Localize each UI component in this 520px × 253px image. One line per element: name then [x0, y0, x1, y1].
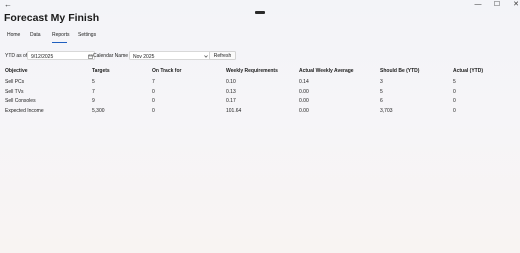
column-header-actual-ytd: Actual (YTD) [453, 68, 483, 74]
table-cell: 5 [380, 88, 383, 95]
table-cell: Expected Income [5, 107, 44, 114]
table-cell: 5,300 [92, 107, 105, 114]
calendar-name-select[interactable]: Nov 2025 [129, 51, 211, 60]
table-cell: Sell Consoles [5, 98, 36, 104]
tab-settings[interactable]: Settings [78, 32, 96, 38]
table-cell: 6 [380, 98, 383, 104]
table-cell: 3,703 [380, 107, 393, 114]
table-cell: 0 [453, 88, 456, 95]
refresh-button[interactable]: Refresh [209, 51, 236, 60]
table-row[interactable]: Sell TVs 7 0 0.13 0.00 5 0 [5, 88, 505, 98]
close-button[interactable]: ✕ [506, 0, 520, 11]
tab-reports[interactable]: Reports [52, 32, 70, 38]
table-cell: 7 [92, 88, 95, 95]
table-row[interactable]: Sell Consoles 9 0 0.17 0.00 6 0 [5, 97, 505, 107]
table-cell: 0 [152, 107, 155, 114]
table-cell: 9 [92, 98, 95, 104]
ytd-label: YTD as of [5, 53, 28, 59]
table-cell: 0.00 [299, 107, 309, 114]
column-header-targets: Targets [92, 68, 110, 74]
table-cell: 0 [453, 98, 456, 104]
report-table: Objective Targets On Track for Weekly Re… [5, 67, 505, 116]
table-cell: Sell PCs [5, 79, 25, 85]
back-button[interactable]: ← [3, 0, 13, 10]
column-header-on-track: On Track for [152, 68, 182, 74]
column-header-actual-weekly-average: Actual Weekly Average [299, 68, 354, 74]
column-header-objective: Objective [5, 68, 28, 74]
chevron-down-icon [204, 54, 208, 58]
selected-tab-indicator [52, 42, 67, 43]
column-header-should-be-ytd: Should Be (YTD) [380, 68, 420, 74]
table-cell: 0.10 [226, 79, 236, 85]
table-cell: 0.14 [299, 79, 309, 85]
table-cell: 0 [152, 98, 155, 104]
table-cell: 0.17 [226, 98, 236, 104]
ytd-date-picker[interactable]: 9/12/2025 [27, 51, 95, 60]
table-cell: 0.00 [299, 98, 309, 104]
tab-data[interactable]: Data [30, 32, 41, 38]
table-row[interactable]: Sell PCs 5 7 0.10 0.14 3 5 [5, 78, 505, 88]
column-header-weekly-requirements: Weekly Requirements [226, 68, 278, 74]
table-cell: 101.64 [226, 107, 242, 114]
ytd-date-value: 9/12/2025 [31, 54, 54, 60]
app-window: ← — ☐ ✕ Forecast My Finish Home Data Rep… [0, 0, 520, 253]
table-cell: 0.00 [299, 88, 309, 95]
table-header-row: Objective Targets On Track for Weekly Re… [5, 67, 505, 77]
table-cell: 5 [92, 79, 95, 85]
table-cell: 0 [453, 107, 456, 114]
table-row[interactable]: Expected Income 5,300 0 101.64 0.00 3,70… [5, 107, 505, 117]
calendar-name-value: Nov 2025 [133, 54, 155, 60]
title-bar: ← — ☐ ✕ [0, 0, 520, 11]
maximize-button[interactable]: ☐ [487, 0, 507, 11]
table-cell: 5 [453, 79, 456, 85]
table-cell: 7 [152, 79, 155, 85]
page-title: Forecast My Finish [4, 12, 100, 24]
minimize-button[interactable]: — [468, 0, 488, 11]
filter-bar: YTD as of 9/12/2025 Calendar Name Nov 20… [5, 50, 305, 61]
table-cell: 0.13 [226, 88, 236, 95]
tab-home[interactable]: Home [7, 32, 20, 38]
table-cell: Sell TVs [5, 88, 24, 95]
drag-handle[interactable] [255, 11, 265, 14]
calendar-name-label: Calendar Name [93, 53, 129, 59]
table-cell: 3 [380, 79, 383, 85]
table-cell: 0 [152, 88, 155, 95]
